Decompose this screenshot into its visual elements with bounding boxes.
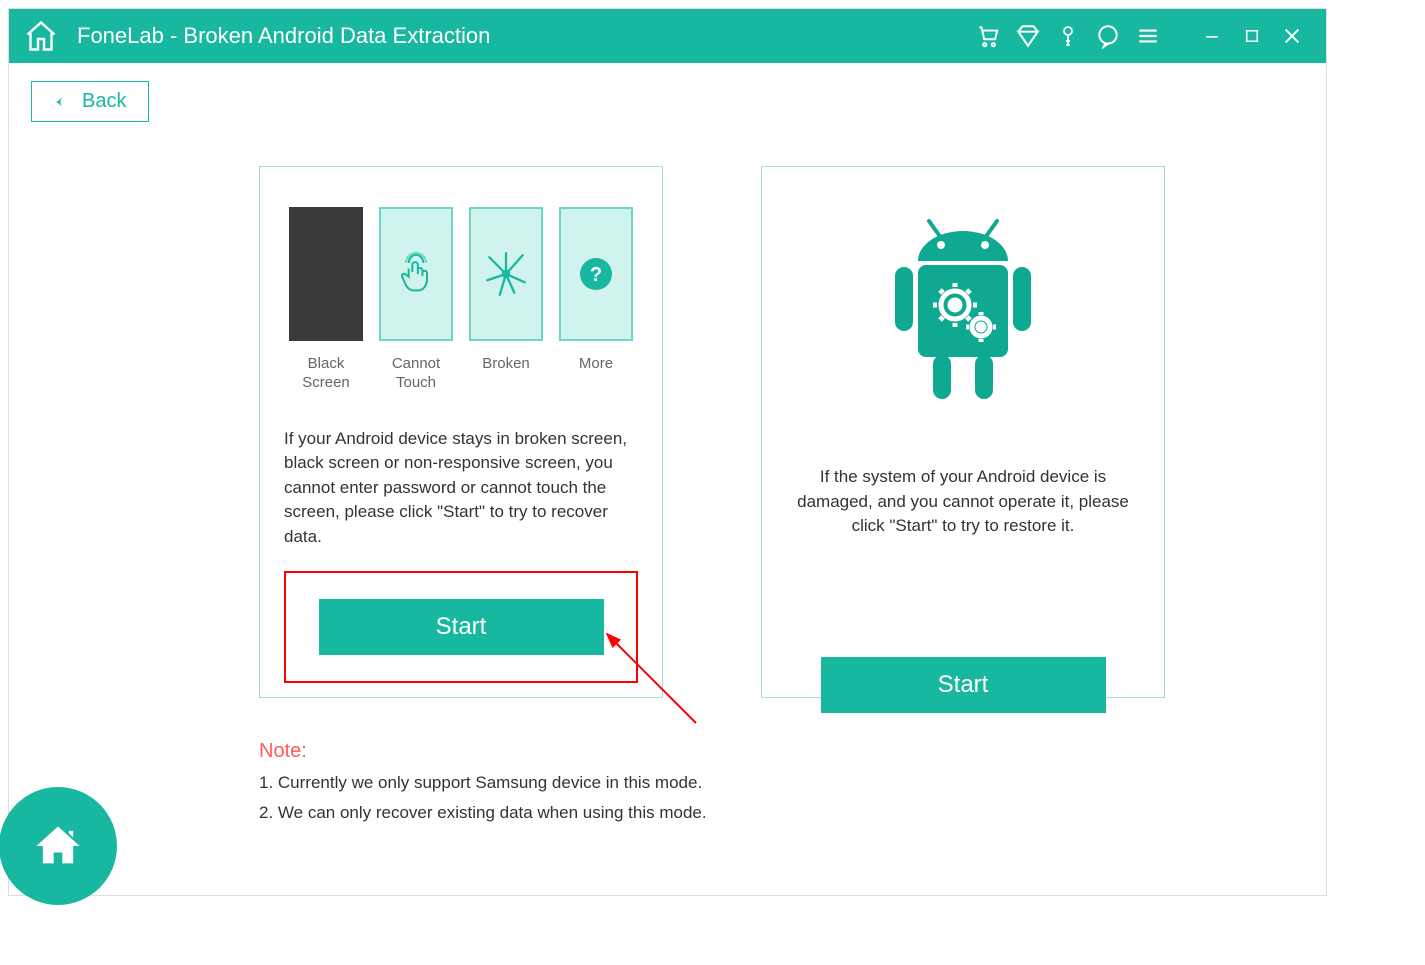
note-line-1: 1. Currently we only support Samsung dev… [259, 773, 1304, 793]
app-title: FoneLab - Broken Android Data Extraction [77, 23, 490, 49]
android-icon [863, 207, 1063, 423]
highlight-annotation: Start [284, 571, 638, 683]
black-screen-icon [289, 207, 363, 341]
system-damaged-text: If the system of your Android device is … [786, 465, 1140, 539]
note-section: Note: 1. Currently we only support Samsu… [259, 740, 1304, 823]
cannot-touch-label: Cannot Touch [378, 355, 454, 393]
broken-option: Broken [468, 207, 544, 393]
back-button[interactable]: Back [31, 81, 149, 122]
close-button[interactable] [1280, 24, 1304, 48]
chat-icon[interactable] [1094, 22, 1122, 50]
diamond-icon[interactable] [1014, 22, 1042, 50]
broken-screen-text: If your Android device stays in broken s… [284, 427, 638, 550]
note-heading: Note: [259, 740, 1304, 763]
minimize-button[interactable] [1200, 24, 1224, 48]
cannot-touch-option: Cannot Touch [378, 207, 454, 393]
home-icon[interactable] [23, 18, 59, 54]
menu-icon[interactable] [1134, 22, 1162, 50]
more-label: More [579, 355, 613, 374]
home-icon [32, 820, 84, 872]
cannot-touch-icon [379, 207, 453, 341]
maximize-button[interactable] [1240, 24, 1264, 48]
system-damaged-panel: If the system of your Android device is … [761, 166, 1165, 698]
more-icon: ? [559, 207, 633, 341]
start-restore-button[interactable]: Start [821, 657, 1106, 713]
back-label: Back [82, 90, 126, 113]
note-line-2: 2. We can only recover existing data whe… [259, 803, 1304, 823]
back-arrow-icon [54, 91, 68, 113]
svg-text:?: ? [590, 264, 602, 286]
titlebar: FoneLab - Broken Android Data Extraction [9, 9, 1326, 63]
start-recover-button[interactable]: Start [319, 599, 604, 655]
broken-screen-panel: Black Screen Cannot Touch [259, 166, 663, 698]
cart-icon[interactable] [974, 22, 1002, 50]
broken-icon [469, 207, 543, 341]
broken-label: Broken [482, 355, 530, 374]
more-option: ? More [558, 207, 634, 393]
floating-home-button[interactable] [0, 787, 117, 905]
black-screen-label: Black Screen [288, 355, 364, 393]
key-icon[interactable] [1054, 22, 1082, 50]
black-screen-option: Black Screen [288, 207, 364, 393]
